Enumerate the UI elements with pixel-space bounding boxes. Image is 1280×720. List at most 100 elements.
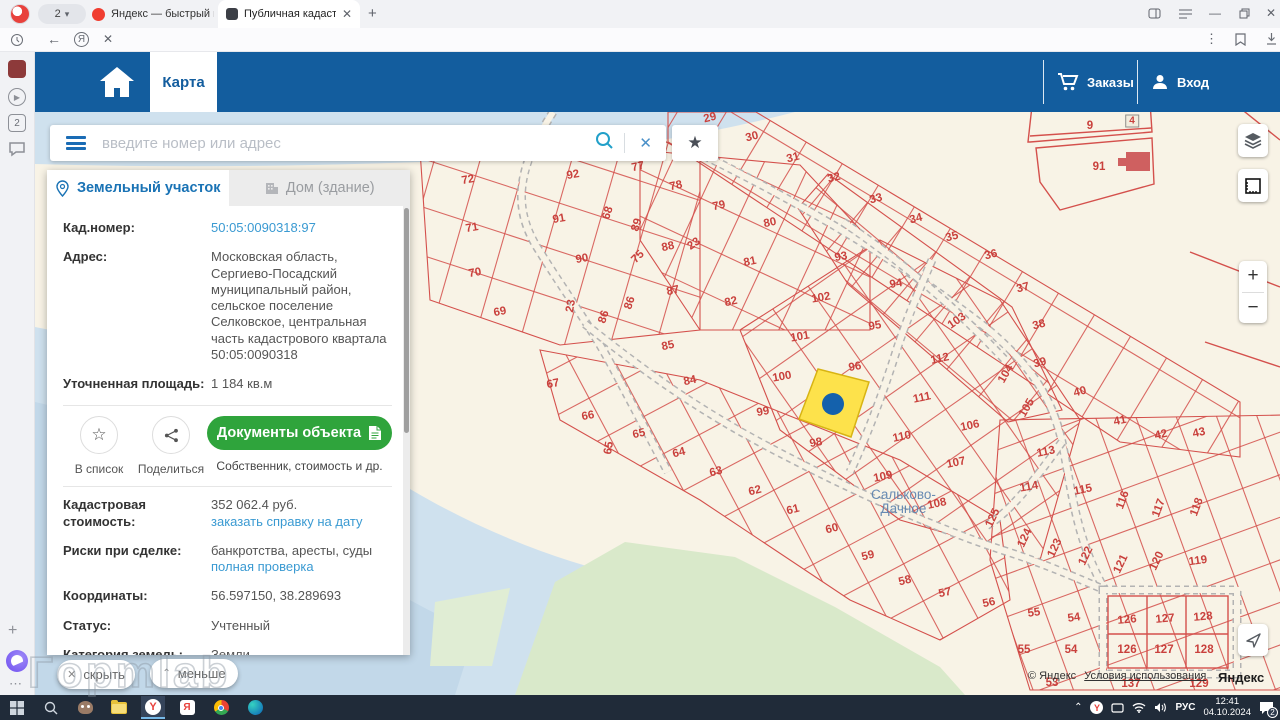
file-explorer-icon[interactable] [107, 696, 131, 719]
notifications-icon[interactable]: 2 [1259, 701, 1274, 715]
zoom-in-button[interactable]: + [1239, 261, 1267, 292]
counter-badge-icon[interactable]: 2 [8, 114, 26, 132]
panel-scrollbar[interactable] [403, 206, 410, 655]
parcel-number: 91 [1093, 161, 1106, 173]
tab-karta[interactable]: Карта [150, 52, 217, 112]
start-button[interactable] [5, 696, 29, 719]
browser-logo-icon[interactable] [10, 4, 30, 24]
row-coordinates: Координаты: 56.597150, 38.289693 [63, 588, 392, 604]
orders-button[interactable]: Заказы [1057, 52, 1134, 112]
edge-icon[interactable] [243, 696, 267, 719]
yandex-home-icon[interactable]: Я [74, 32, 89, 47]
star-outline-icon: ☆ [80, 416, 118, 454]
parcel-number: 69 [493, 305, 508, 319]
docs-caption: Собственник, стоимость и др. [216, 459, 382, 473]
parcel-number: 55 [1027, 606, 1041, 620]
sidebar-app-icon[interactable] [8, 60, 26, 78]
search-icon[interactable] [595, 131, 614, 155]
tab-land-parcel[interactable]: Земельный участок [47, 170, 229, 206]
search-bar[interactable]: ✕ [50, 125, 666, 161]
cart-icon [1057, 72, 1079, 92]
chat-icon[interactable] [8, 140, 26, 158]
menu-icon[interactable] [1179, 9, 1192, 21]
share-button[interactable]: Поделиться [135, 416, 207, 476]
back-icon[interactable]: ← [47, 32, 61, 46]
tab-counter[interactable]: 2 ▾ [38, 4, 86, 24]
parcel-number: 23 [564, 299, 578, 314]
map-pin-icon [55, 180, 70, 197]
system-tray: ⌃ Y РУС 12:41 04.10.2024 2 [1074, 695, 1274, 720]
video-play-icon[interactable]: ▶ [8, 88, 26, 106]
tray-window-icon[interactable] [1111, 702, 1124, 714]
cad-number-link[interactable]: 50:05:0090318:97 [211, 220, 392, 236]
parcel-number: 96 [848, 360, 863, 374]
yandex-browser-icon[interactable]: Y [141, 696, 165, 719]
history-clock-icon[interactable] [10, 33, 24, 52]
locate-me-button[interactable] [1238, 624, 1268, 656]
more-dots-icon[interactable]: ⋮ [1205, 32, 1218, 45]
collections-icon[interactable] [1234, 33, 1247, 51]
download-icon[interactable] [1265, 32, 1278, 51]
parcel-number: 55 [1018, 644, 1031, 656]
tray-yandex-icon[interactable]: Y [1090, 701, 1103, 714]
yandex-logo[interactable]: Яндекс [1218, 670, 1264, 685]
ellipsis-icon[interactable]: ⋯ [9, 676, 23, 692]
close-window-icon[interactable]: ✕ [1266, 7, 1276, 19]
full-check-link[interactable]: полная проверка [211, 559, 314, 574]
chrome-icon[interactable] [209, 696, 233, 719]
parcel-number: 72 [461, 173, 476, 187]
volume-icon[interactable] [1154, 702, 1167, 713]
tab-cadastral-map[interactable]: Публичная кадастров... ✕ [218, 0, 360, 28]
measure-area-button[interactable] [1238, 169, 1268, 202]
tab-house-building[interactable]: Дом (здание) [229, 170, 411, 206]
wifi-icon[interactable] [1132, 702, 1146, 713]
hide-panel-button[interactable]: ✕ скрыть [57, 660, 135, 689]
parcel-number: 67 [546, 377, 561, 391]
terms-link[interactable]: Условия использования [1084, 670, 1206, 682]
panel-body: Кад.номер: 50:05:0090318:97 Адрес: Моско… [47, 206, 410, 655]
collapse-button[interactable]: ⌃ меньше [150, 659, 238, 688]
taskbar-search-icon[interactable] [39, 696, 63, 719]
parcel-number: 91 [552, 212, 567, 226]
side-panel-icon[interactable] [1148, 7, 1161, 22]
language-indicator[interactable]: РУС [1175, 702, 1195, 713]
new-tab-button[interactable]: + [368, 6, 377, 21]
close-tab-icon[interactable]: ✕ [342, 8, 352, 20]
scrollbar-thumb[interactable] [404, 208, 409, 433]
row-cad-number: Кад.номер: 50:05:0090318:97 [63, 220, 392, 236]
stop-icon[interactable]: ✕ [103, 33, 113, 45]
menu-burger-icon[interactable] [66, 136, 86, 150]
cost-certificate-link[interactable]: заказать справку на дату [211, 514, 363, 529]
browser-sidebar: ▶ 2 + ⋯ [0, 52, 35, 695]
parcel-number: 9 [1087, 120, 1093, 132]
add-icon[interactable]: + [8, 622, 17, 640]
building-icon [264, 181, 279, 195]
layers-button[interactable] [1238, 124, 1268, 157]
clock[interactable]: 12:41 04.10.2024 [1203, 697, 1251, 719]
document-icon [368, 425, 382, 441]
clear-search-icon[interactable]: ✕ [639, 134, 652, 152]
login-button[interactable]: Вход [1151, 52, 1209, 112]
home-icon[interactable] [97, 64, 137, 105]
zoom-out-button[interactable]: − [1239, 293, 1267, 324]
row-land-category: Категория земель: Земли сельскохозяйстве… [63, 647, 392, 655]
browser-toolbar: ← Я ✕ rosreestr-doc.ru Публичная кадастр… [0, 28, 1280, 52]
alice-assistant-icon[interactable] [6, 650, 28, 672]
parcel-number: 128 [1193, 610, 1213, 624]
object-documents-button[interactable]: Документы объекта [207, 416, 392, 450]
parcel-number: 90 [575, 252, 590, 266]
search-input[interactable] [100, 134, 585, 153]
tab-yandex-search[interactable]: Яндекс — быстрый поиск [92, 3, 214, 25]
gimp-icon[interactable] [73, 696, 97, 719]
parcel-number: 127 [1154, 644, 1173, 656]
selected-parcel-marker [822, 393, 844, 415]
locate-arrow-icon [1246, 633, 1261, 648]
tray-chevron-icon[interactable]: ⌃ [1074, 702, 1082, 713]
restore-icon[interactable] [1239, 8, 1250, 21]
parcel-number: 54 [1065, 644, 1078, 656]
building-footprint [1126, 152, 1150, 171]
favorites-star-button[interactable]: ★ [672, 125, 718, 161]
add-to-list-button[interactable]: ☆ В список [63, 416, 135, 476]
yandex-app-icon[interactable]: Я [175, 696, 199, 719]
minimize-icon[interactable]: — [1209, 7, 1221, 19]
